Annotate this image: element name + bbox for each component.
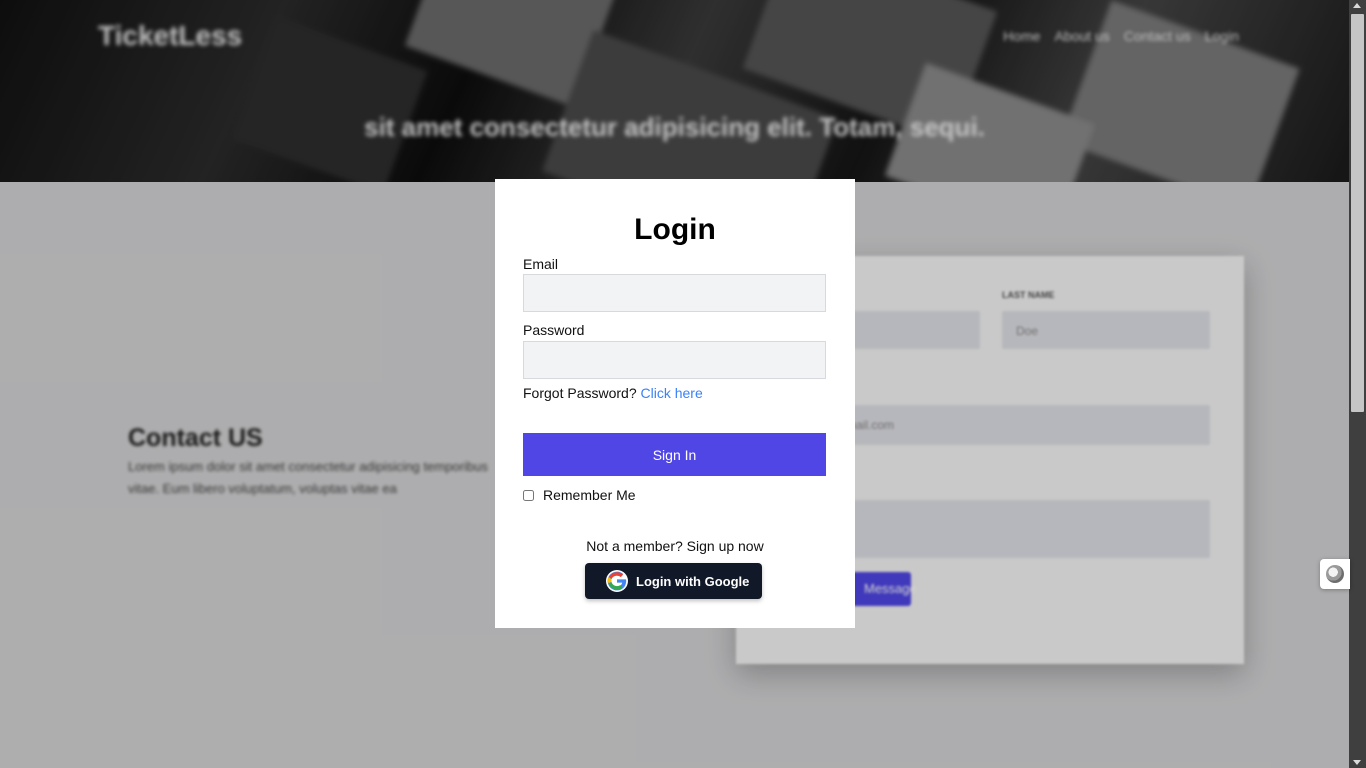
widget-circle-icon xyxy=(1326,565,1344,583)
scroll-up-arrow-icon[interactable] xyxy=(1353,3,1361,8)
page-scrollbar[interactable] xyxy=(1349,0,1366,768)
login-modal: Login Email Password Forgot Password? Cl… xyxy=(495,179,855,628)
remember-me-row[interactable]: Remember Me xyxy=(523,487,636,503)
google-login-label: Login with Google xyxy=(636,573,750,589)
scroll-thumb[interactable] xyxy=(1351,14,1364,412)
remember-me-checkbox[interactable] xyxy=(523,489,534,501)
google-icon xyxy=(606,570,628,592)
password-input[interactable] xyxy=(523,341,826,379)
sign-in-button[interactable]: Sign In xyxy=(523,433,826,476)
login-title: Login xyxy=(634,213,716,246)
forgot-password-text: Forgot Password? xyxy=(523,385,637,401)
email-input[interactable] xyxy=(523,274,826,312)
forgot-password-link[interactable]: Click here xyxy=(641,385,703,401)
email-label: Email xyxy=(523,256,559,272)
scroll-down-arrow-icon[interactable] xyxy=(1353,760,1361,765)
password-label: Password xyxy=(523,322,585,338)
google-login-button[interactable]: Login with Google xyxy=(585,563,762,599)
forgot-password-row: Forgot Password? Click here xyxy=(523,385,703,401)
remember-me-label: Remember Me xyxy=(543,487,636,503)
signup-prompt[interactable]: Not a member? Sign up now xyxy=(495,538,855,554)
accessibility-widget[interactable] xyxy=(1320,559,1350,589)
